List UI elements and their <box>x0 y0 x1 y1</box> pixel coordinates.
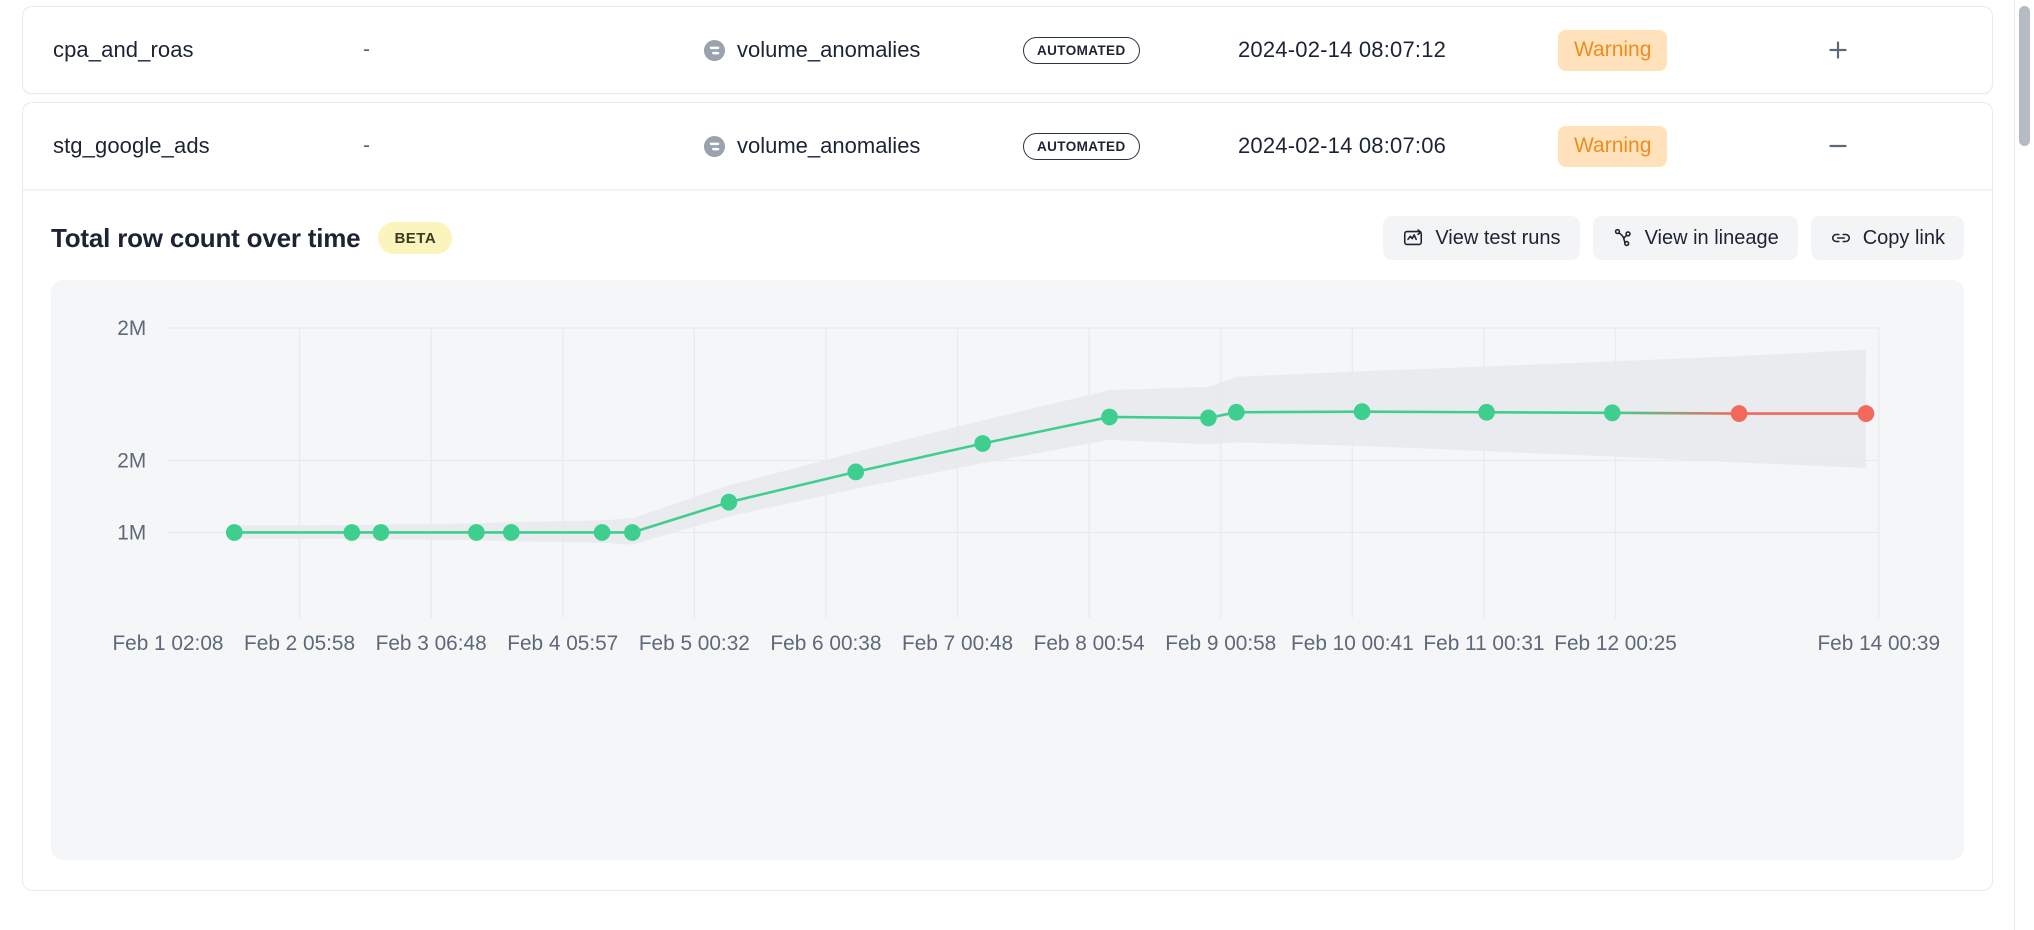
chart-data-point[interactable] <box>847 463 865 481</box>
test-circle-icon <box>703 135 726 158</box>
status-badge: Warning <box>1558 29 1668 71</box>
chart-data-point[interactable] <box>720 493 738 511</box>
app-root: cpa_and_roas - volume_anomalies AUTOMATE… <box>0 0 2034 930</box>
chart-data-point[interactable] <box>1857 405 1875 422</box>
row-secondary-cell: - <box>363 38 703 62</box>
panel-header: Total row count over time BETA View test… <box>23 190 1992 280</box>
minus-icon <box>1825 133 1851 159</box>
y-axis-tick-label: 2M <box>117 449 146 472</box>
chart-data-point[interactable] <box>623 524 641 541</box>
row-toggle-cell <box>1758 124 1918 168</box>
chart-data-point[interactable] <box>1478 403 1495 421</box>
row-toggle-cell <box>1758 28 1918 72</box>
row-test-name: volume_anomalies <box>737 37 921 62</box>
chart-data-point[interactable] <box>1228 403 1245 421</box>
expanded-detail-panel: Total row count over time BETA View test… <box>22 190 1993 891</box>
y-axis-tick-label: 1M <box>117 521 146 544</box>
x-axis-tick-label: Feb 10 00:41 <box>1291 632 1414 655</box>
test-circle-icon <box>703 39 726 62</box>
x-axis-tick-label: Feb 2 05:58 <box>244 632 355 655</box>
chart-data-point[interactable] <box>593 524 611 541</box>
chart-data-point[interactable] <box>1603 404 1621 422</box>
chart-data-point[interactable] <box>1101 408 1118 426</box>
view-in-lineage-label: View in lineage <box>1644 226 1779 249</box>
x-axis-tick-label: Feb 4 05:57 <box>507 632 618 655</box>
row-timestamp: 2024-02-14 08:07:12 <box>1238 37 1447 62</box>
x-axis-tick-label: Feb 9 00:58 <box>1165 632 1276 655</box>
x-axis-tick-label: Feb 3 06:48 <box>376 632 487 655</box>
chart-data-point[interactable] <box>343 524 361 541</box>
lineage-graph-icon <box>1612 227 1634 249</box>
row-model-name: stg_google_ads <box>53 133 210 158</box>
expand-row-button[interactable] <box>1816 28 1860 72</box>
y-axis-tick-label: 2M <box>117 317 146 340</box>
vertical-scrollbar-thumb[interactable] <box>2019 6 2030 146</box>
table-row[interactable]: stg_google_ads - volume_anomalies AUTOMA… <box>22 102 1993 190</box>
panel-edge-divider <box>2014 0 2015 930</box>
table-row[interactable]: cpa_and_roas - volume_anomalies AUTOMATE… <box>22 6 1993 94</box>
row-status-cell: Warning <box>1558 29 1758 71</box>
x-axis-tick-label: Feb 11 00:31 <box>1423 632 1544 655</box>
chart-data-point[interactable] <box>1730 405 1748 422</box>
row-badge-cell: AUTOMATED <box>1023 132 1238 160</box>
row-timestamp-cell: 2024-02-14 08:07:12 <box>1238 37 1558 63</box>
chart-data-point[interactable] <box>1200 409 1217 427</box>
row-test-cell: volume_anomalies <box>703 133 1023 159</box>
view-test-runs-label: View test runs <box>1435 226 1561 249</box>
row-status-cell: Warning <box>1558 125 1758 167</box>
row-model-name-cell: stg_google_ads <box>23 133 363 159</box>
row-test-cell: volume_anomalies <box>703 37 1023 63</box>
row-model-name: cpa_and_roas <box>53 37 194 62</box>
row-secondary-value: - <box>363 134 370 157</box>
vertical-scrollbar[interactable] <box>2019 0 2030 930</box>
row-model-name-cell: cpa_and_roas <box>23 37 363 63</box>
row-secondary-cell: - <box>363 134 703 158</box>
scroll-region: cpa_and_roas - volume_anomalies AUTOMATE… <box>0 0 2015 930</box>
automated-badge: AUTOMATED <box>1023 36 1140 64</box>
x-axis-tick-label: Feb 5 00:32 <box>639 632 750 655</box>
row-timestamp: 2024-02-14 08:07:06 <box>1238 133 1447 158</box>
row-badge-cell: AUTOMATED <box>1023 36 1238 64</box>
beta-badge: BETA <box>378 222 453 254</box>
x-axis-tick-label: Feb 12 00:25 <box>1554 632 1677 655</box>
plus-icon <box>1825 37 1851 63</box>
row-timestamp-cell: 2024-02-14 08:07:06 <box>1238 133 1558 159</box>
copy-link-button[interactable]: Copy link <box>1810 216 1964 260</box>
status-badge: Warning <box>1558 125 1668 167</box>
link-chain-icon <box>1830 227 1852 249</box>
panel-actions: View test runs View in lineage Copy link <box>1383 216 1964 260</box>
row-secondary-value: - <box>363 38 370 61</box>
x-axis-tick-label: Feb 6 00:38 <box>770 632 881 655</box>
row-test-name: volume_anomalies <box>737 133 921 158</box>
x-axis-tick-label: Feb 1 02:08 <box>112 632 223 655</box>
copy-link-label: Copy link <box>1862 226 1945 249</box>
page-title: Total row count over time <box>51 222 361 253</box>
chart-data-point[interactable] <box>372 524 390 541</box>
x-axis-tick-label: Feb 8 00:54 <box>1034 632 1145 655</box>
x-axis-tick-label: Feb 14 00:39 <box>1817 632 1940 655</box>
chart-data-point[interactable] <box>225 524 243 541</box>
chart-data-point[interactable] <box>502 524 520 541</box>
row-count-chart-svg: 2M 2M 1M Feb 1 02:08 Feb 2 05:58 Feb 3 06:48 F… <box>112 317 1940 655</box>
collapse-row-button[interactable] <box>1816 124 1860 168</box>
chart-data-point[interactable] <box>468 524 485 541</box>
automated-badge: AUTOMATED <box>1023 132 1140 160</box>
test-runs-chart-icon <box>1402 227 1424 249</box>
x-axis-tick-label: Feb 7 00:48 <box>902 632 1013 655</box>
chart-data-point[interactable] <box>1353 403 1371 421</box>
chart-data-point[interactable] <box>974 435 991 452</box>
row-count-chart[interactable]: 2M 2M 1M Feb 1 02:08 Feb 2 05:58 Feb 3 06:48 F… <box>51 280 1964 860</box>
view-test-runs-button[interactable]: View test runs <box>1383 216 1580 260</box>
view-in-lineage-button[interactable]: View in lineage <box>1592 216 1798 260</box>
